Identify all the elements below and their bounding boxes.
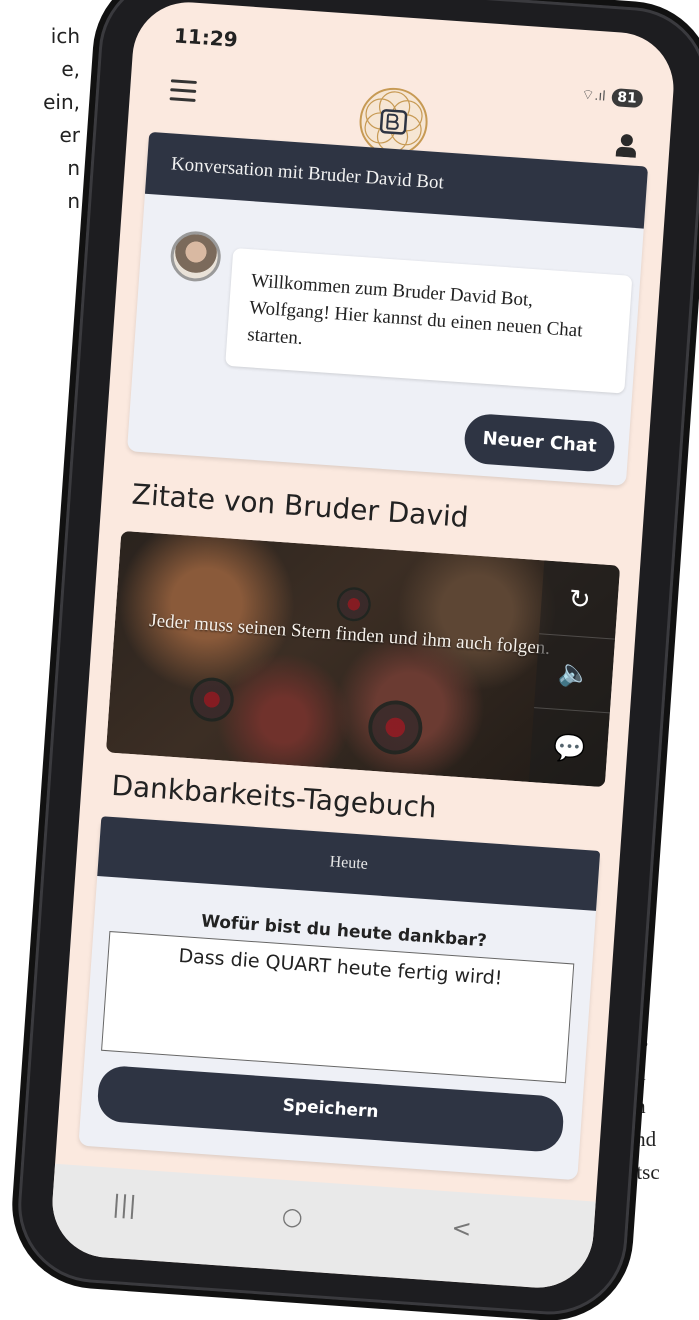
decorative-berries — [366, 698, 425, 757]
bg-left-line: e, — [61, 57, 80, 81]
journal-date-header: Heute — [97, 816, 601, 911]
status-time: 11:29 — [173, 23, 239, 52]
bg-left-line: er — [59, 123, 80, 147]
back-icon[interactable]: < — [451, 1214, 473, 1243]
phone-screen: 11:29 ⌔.ıl 81 Konversation mit Bruder Da… — [48, 0, 678, 1292]
menu-icon[interactable] — [169, 79, 197, 108]
decorative-berries — [188, 676, 236, 724]
quote-actions: ↻ 🔈 💬 — [528, 560, 621, 788]
refresh-icon[interactable]: ↻ — [539, 560, 621, 640]
recent-apps-icon[interactable]: ||| — [111, 1190, 137, 1220]
decorative-berries — [335, 586, 372, 623]
gratitude-entry-field[interactable]: Dass die QUART heute fertig wird! — [101, 931, 575, 1084]
bg-left-line: ich — [50, 24, 80, 48]
quotes-section-title: Zitate von Bruder David — [130, 477, 470, 535]
bot-message: Willkommen zum Bruder David Bot, Wolfgan… — [225, 247, 633, 394]
home-icon[interactable]: ○ — [281, 1202, 304, 1231]
quote-card: Jeder muss seinen Stern finden und ihm a… — [105, 530, 621, 788]
journal-card: Heute Wofür bist du heute dankbar? Dass … — [78, 816, 601, 1181]
bot-avatar — [169, 229, 223, 284]
background-text-left: ich e, ein, er n n — [0, 20, 80, 218]
comment-icon[interactable]: 💬 — [529, 708, 610, 787]
conversation-card: Konversation mit Bruder David Bot Willko… — [126, 131, 649, 486]
phone: 11:29 ⌔.ıl 81 Konversation mit Bruder Da… — [13, 0, 699, 1320]
bg-left-line: n — [67, 156, 80, 180]
bg-left-line: ein, — [43, 90, 80, 114]
speaker-icon[interactable]: 🔈 — [534, 634, 615, 714]
bg-left-line: n — [67, 189, 80, 213]
new-chat-button[interactable]: Neuer Chat — [462, 412, 617, 473]
journal-section-title: Dankbarkeits-Tagebuch — [110, 768, 438, 825]
user-icon[interactable] — [615, 132, 639, 158]
